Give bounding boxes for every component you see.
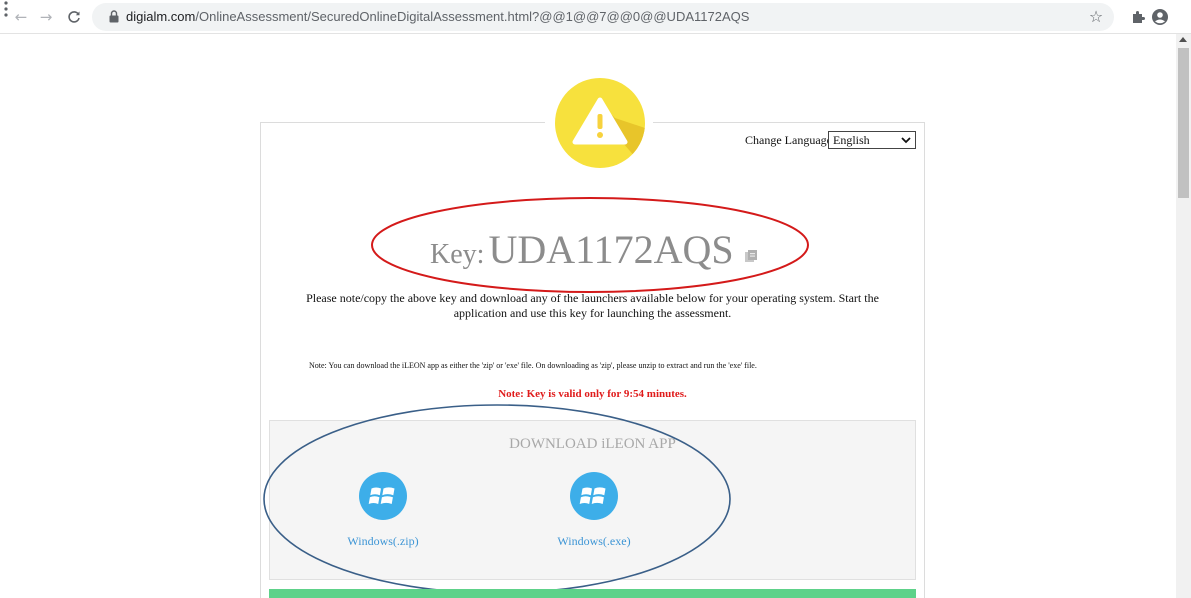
url-host: digialm.com <box>126 9 196 24</box>
green-action-bar[interactable] <box>269 589 916 598</box>
url-path: /OnlineAssessment/SecuredOnlineDigitalAs… <box>195 9 750 24</box>
url-text[interactable]: digialm.com/OnlineAssessment/SecuredOnli… <box>126 3 749 31</box>
forward-arrow-icon[interactable]: → <box>35 6 57 28</box>
language-select-value: English <box>833 133 870 147</box>
instruction-text: Please note/copy the above key and downl… <box>306 291 879 320</box>
lock-icon <box>109 10 119 23</box>
download-note: Note: You can download the iLEON app as … <box>309 361 757 370</box>
scroll-thumb[interactable] <box>1178 48 1189 198</box>
key-validity-note: Note: Key is valid only for 9:54 minutes… <box>498 388 687 400</box>
blue-highlight-ellipse <box>263 404 731 594</box>
back-arrow-icon[interactable]: ← <box>10 6 32 28</box>
change-language-label: Change Language <box>745 133 832 147</box>
address-bar[interactable]: digialm.com/OnlineAssessment/SecuredOnli… <box>92 3 1114 31</box>
red-highlight-ellipse <box>371 197 809 293</box>
warning-badge-icon <box>555 78 645 168</box>
scroll-up-arrow-icon[interactable] <box>1179 37 1187 42</box>
account-circle-icon[interactable] <box>1151 8 1169 26</box>
vertical-scrollbar[interactable] <box>1176 34 1191 598</box>
browser-toolbar: ← → digialm.com/OnlineAssessment/Secured… <box>0 0 1191 34</box>
reload-icon[interactable] <box>63 6 85 28</box>
puzzle-extension-icon[interactable] <box>1130 8 1148 26</box>
language-select[interactable]: English <box>828 131 916 149</box>
star-icon[interactable]: ☆ <box>1086 7 1106 27</box>
chevron-down-icon <box>901 137 911 144</box>
